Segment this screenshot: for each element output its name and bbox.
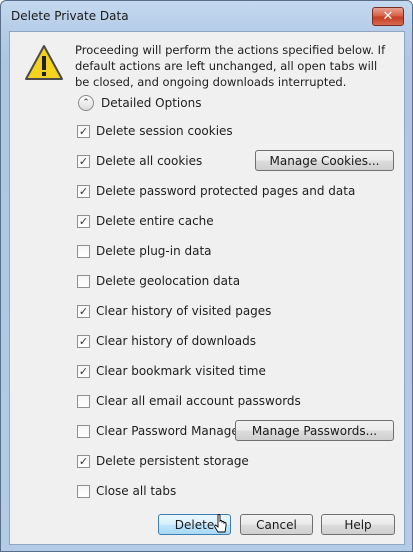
manage-passwords-button[interactable]: Manage Passwords... [235,420,394,441]
option-label: Delete persistent storage [96,454,249,468]
option-delete-all-cookies[interactable]: Delete all cookies [77,152,202,170]
option-label: Clear history of downloads [96,334,256,348]
option-delete-session-cookies[interactable]: Delete session cookies [77,122,233,140]
option-delete-geolocation-data[interactable]: Delete geolocation data [77,272,240,290]
option-delete-entire-cache[interactable]: Delete entire cache [77,212,214,230]
window-title: Delete Private Data [11,9,129,23]
option-label: Delete plug-in data [96,244,212,258]
checkbox[interactable] [77,394,90,408]
checkbox[interactable] [77,484,90,498]
warning-icon [25,45,63,80]
option-label: Clear Password Manager [96,424,244,438]
checkbox[interactable] [77,124,90,138]
option-label: Delete password protected pages and data [96,184,356,198]
option-label: Clear bookmark visited time [96,364,266,378]
dialog-body: Proceeding will perform the actions spec… [9,31,405,545]
title-bar[interactable]: Delete Private Data ✕ [1,1,412,31]
option-label: Clear history of visited pages [96,304,272,318]
option-clear-bookmark-visited-time[interactable]: Clear bookmark visited time [77,362,266,380]
chevron-up-icon: ⌃ [78,95,94,111]
option-clear-password-manager[interactable]: Clear Password Manager [77,422,244,440]
dialog-window: Delete Private Data ✕ Proceeding will pe… [0,0,413,552]
option-delete-password-pages[interactable]: Delete password protected pages and data [77,182,355,200]
checkbox[interactable] [77,304,90,318]
checkbox[interactable] [77,454,90,468]
checkbox[interactable] [77,274,90,288]
option-clear-visited-history[interactable]: Clear history of visited pages [77,302,271,320]
checkbox[interactable] [77,214,90,228]
help-button[interactable]: Help [321,514,395,535]
option-delete-persistent-storage[interactable]: Delete persistent storage [77,452,249,470]
option-label: Clear all email account passwords [96,394,301,408]
detailed-options-label: Detailed Options [101,96,202,110]
checkbox[interactable] [77,244,90,258]
checkbox[interactable] [77,184,90,198]
mouse-pointer-icon [214,514,227,533]
option-label: Delete all cookies [96,154,203,168]
option-clear-download-history[interactable]: Clear history of downloads [77,332,256,350]
checkbox[interactable] [77,364,90,378]
option-label: Delete entire cache [96,214,214,228]
option-clear-email-passwords[interactable]: Clear all email account passwords [77,392,301,410]
checkbox[interactable] [77,424,90,438]
checkbox[interactable] [77,334,90,348]
checkbox[interactable] [77,154,90,168]
option-delete-plugin-data[interactable]: Delete plug-in data [77,242,212,260]
manage-cookies-button[interactable]: Manage Cookies... [255,150,394,171]
option-close-all-tabs[interactable]: Close all tabs [77,482,176,500]
close-icon: ✕ [382,9,394,24]
option-label: Close all tabs [96,484,177,498]
option-label: Delete session cookies [96,124,233,138]
detailed-options-toggle[interactable]: ⌃ Detailed Options [78,94,201,112]
cancel-button[interactable]: Cancel [240,514,313,535]
close-button[interactable]: ✕ [372,7,404,26]
option-label: Delete geolocation data [96,274,241,288]
intro-text: Proceeding will perform the actions spec… [75,43,386,89]
